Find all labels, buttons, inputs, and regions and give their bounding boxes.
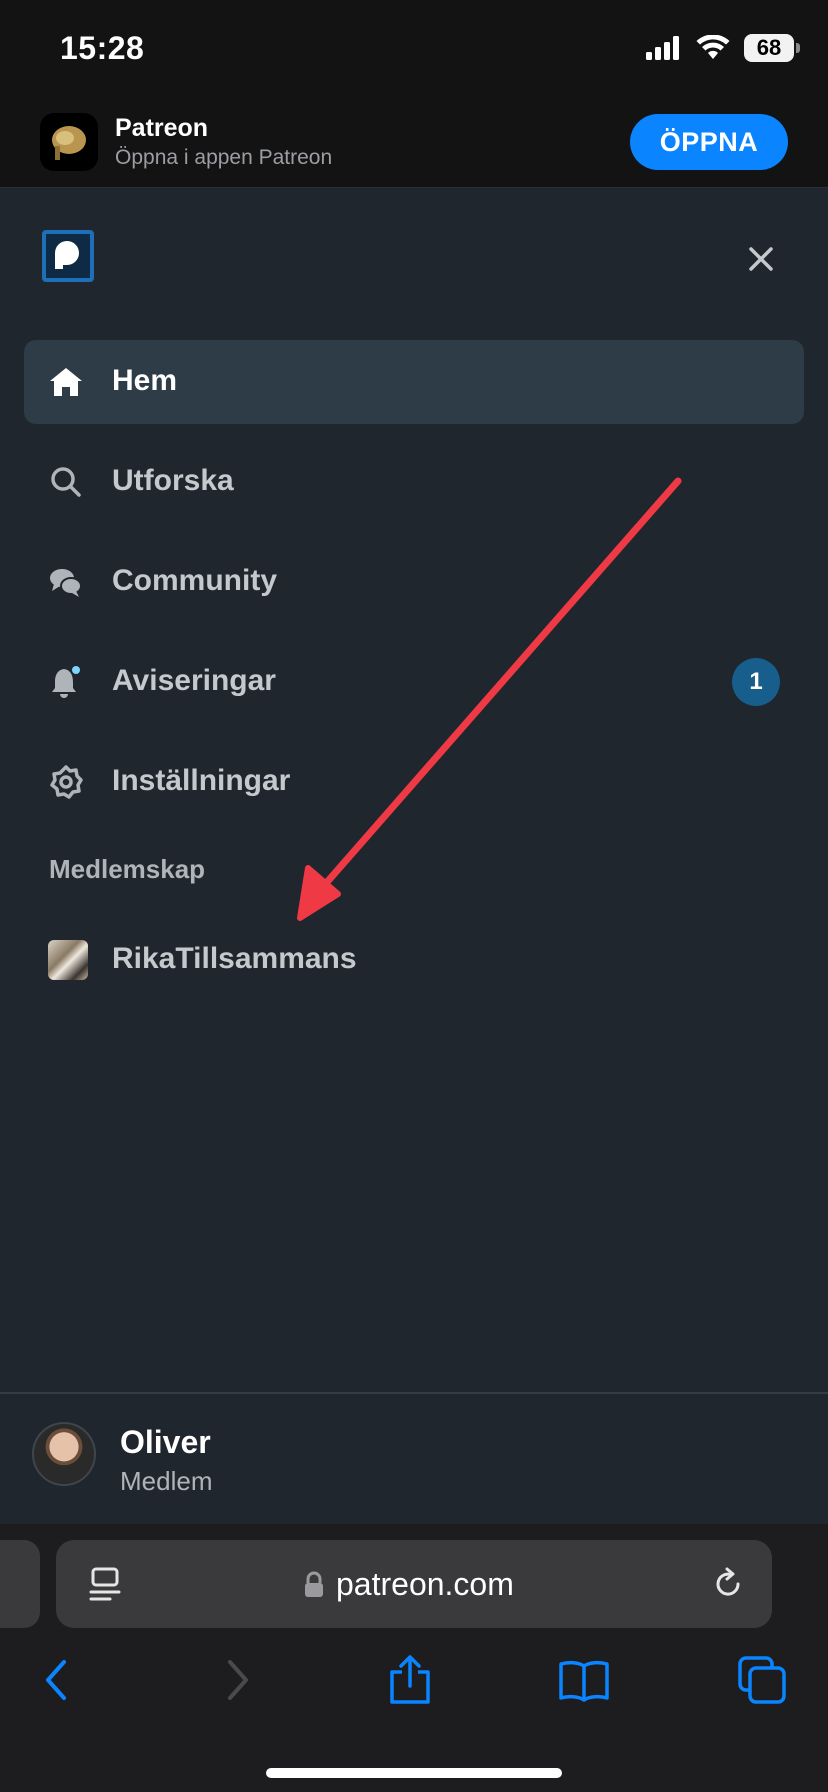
nav-item-explore[interactable]: Utforska xyxy=(24,440,804,524)
nav-label-community: Community xyxy=(112,564,277,597)
membership-item[interactable]: RikaTillsammans xyxy=(24,918,804,1002)
chat-bubbles-icon xyxy=(50,569,82,597)
profile-section[interactable]: Oliver Medlem xyxy=(0,1392,828,1524)
banner-app-name: Patreon xyxy=(115,114,209,142)
app-banner[interactable]: Patreon Öppna i appen Patreon ÖPPNA xyxy=(0,100,828,188)
profile-name: Oliver xyxy=(120,1424,211,1460)
lock-icon xyxy=(305,1571,323,1597)
back-icon[interactable] xyxy=(32,1654,84,1706)
screen: 15:28 68 Patreon Öppna i appen Patreon Ö… xyxy=(0,0,828,1792)
battery-level: 68 xyxy=(756,35,782,60)
status-bar: 15:28 68 xyxy=(0,0,828,100)
reload-icon[interactable] xyxy=(710,1566,746,1602)
nav-item-notifications[interactable]: Aviseringar 1 xyxy=(24,640,804,724)
bell-icon xyxy=(52,664,82,698)
status-time: 15:28 xyxy=(60,30,145,66)
wifi-icon xyxy=(696,35,730,59)
bookmarks-icon[interactable] xyxy=(558,1654,610,1706)
forward-icon[interactable] xyxy=(210,1654,262,1706)
battery-indicator: 68 xyxy=(744,34,800,62)
navigation-drawer: Hem Utforska Community Aviseringar 1 Ins… xyxy=(0,188,828,1392)
nav-label-explore: Utforska xyxy=(112,464,234,497)
search-icon xyxy=(51,467,81,497)
browser-toolbar: patreon.com xyxy=(0,1524,828,1792)
creator-avatar xyxy=(48,940,88,980)
patreon-app-icon xyxy=(40,113,98,171)
nav-label-home: Hem xyxy=(112,364,178,397)
notification-count-badge: 1 xyxy=(732,658,780,706)
nav-label-notifications: Aviseringar xyxy=(112,664,276,697)
url-text: patreon.com xyxy=(336,1566,514,1602)
profile-role: Medlem xyxy=(120,1466,213,1496)
open-app-button[interactable]: ÖPPNA xyxy=(630,114,788,170)
home-icon xyxy=(50,368,82,396)
patreon-logo[interactable] xyxy=(42,230,94,282)
close-icon[interactable] xyxy=(746,244,776,274)
home-indicator xyxy=(266,1768,562,1778)
banner-subtitle: Öppna i appen Patreon xyxy=(115,146,333,169)
page-menu-icon[interactable] xyxy=(88,1566,122,1602)
nav-item-home[interactable]: Hem xyxy=(24,340,804,424)
previous-tab-preview[interactable] xyxy=(0,1540,40,1628)
status-icons: 68 xyxy=(646,34,800,62)
tabs-icon[interactable] xyxy=(736,1654,788,1706)
address-bar[interactable]: patreon.com xyxy=(56,1540,772,1628)
membership-section-title: Medlemskap xyxy=(49,854,206,884)
nav-item-settings[interactable]: Inställningar xyxy=(24,740,804,824)
gear-icon xyxy=(50,765,83,799)
share-icon[interactable] xyxy=(384,1654,436,1706)
membership-label: RikaTillsammans xyxy=(112,942,357,975)
nav-item-community[interactable]: Community xyxy=(24,540,804,624)
avatar xyxy=(32,1422,96,1486)
cellular-signal-icon xyxy=(646,36,679,60)
nav-label-settings: Inställningar xyxy=(112,764,291,797)
